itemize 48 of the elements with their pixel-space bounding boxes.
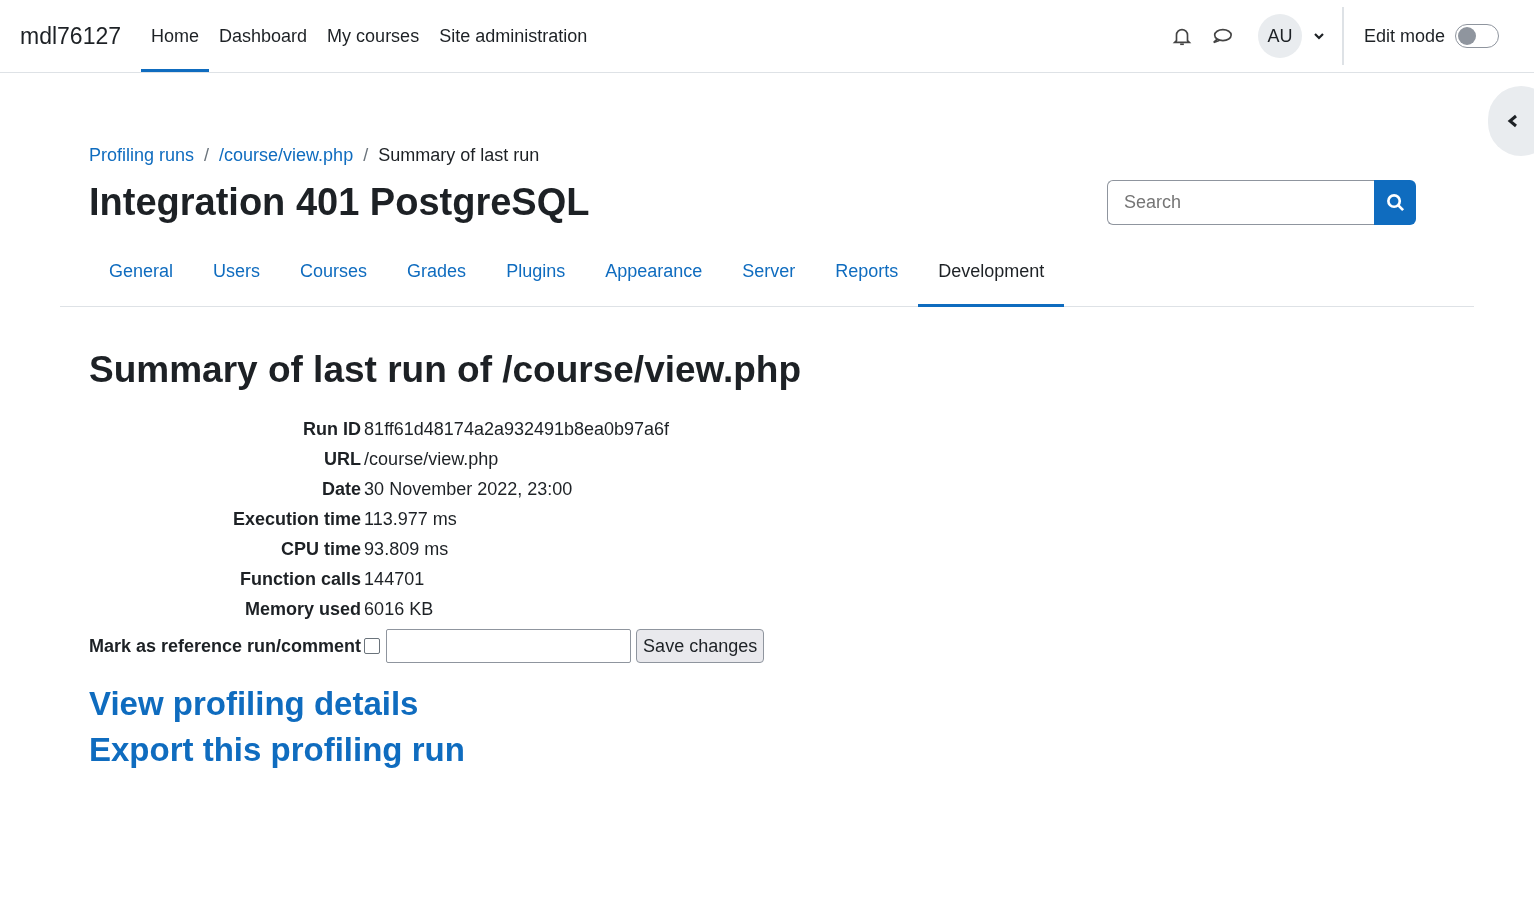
save-button[interactable]: Save changes <box>636 629 765 663</box>
field-label: Date <box>321 479 362 500</box>
nav-link[interactable]: Home <box>141 0 210 72</box>
admin-tab[interactable]: Appearance <box>585 247 723 307</box>
field-value: 81ff61d48174a2a932491b8ea0b97a6f <box>364 419 671 440</box>
admin-tab[interactable]: Courses <box>280 247 388 307</box>
field-value: 113.977 ms <box>364 509 458 530</box>
nav-link[interactable]: My courses <box>317 0 430 72</box>
current-page-text: Summary of last run <box>378 145 540 166</box>
field-value: 144701 <box>364 569 426 590</box>
admin-tab[interactable]: Users <box>193 247 281 307</box>
admin-tab[interactable]: Reports <box>815 247 919 307</box>
breadcrumb-link[interactable]: Profiling runs <box>89 145 195 166</box>
reference-checkbox[interactable] <box>364 638 381 654</box>
field-label: Memory used <box>244 599 362 620</box>
field-value: /course/view.php <box>364 449 500 470</box>
field-label: URL <box>323 449 362 470</box>
action-link[interactable]: View profiling details <box>89 685 1445 723</box>
section-heading: Summary of last run of /course/view.php <box>89 349 803 391</box>
breadcrumb-link[interactable]: /course/view.php <box>219 145 354 166</box>
field-label: Run ID <box>302 419 362 440</box>
field-label: CPU time <box>280 539 362 560</box>
page-title: Integration 401 PostgreSQL <box>89 181 590 224</box>
site-name: mdl76127 <box>20 22 122 50</box>
nav-link[interactable]: Dashboard <box>209 0 318 72</box>
edit-mode-label: Edit mode <box>1363 25 1445 47</box>
admin-tab[interactable]: Development <box>918 247 1065 307</box>
action-link[interactable]: Export this profiling run <box>89 731 1445 769</box>
field-label: Execution time <box>232 509 362 530</box>
breadcrumb-separator: / <box>363 145 369 166</box>
admin-tab[interactable]: General <box>89 247 194 307</box>
field-value: 6016 KB <box>364 599 435 620</box>
search-icon <box>1385 193 1405 212</box>
admin-tab[interactable]: Plugins <box>486 247 586 307</box>
field-value: 30 November 2022, 23:00 <box>364 479 574 500</box>
admin-tab[interactable]: Grades <box>387 247 487 307</box>
breadcrumb-separator: / <box>204 145 210 166</box>
user-avatar[interactable]: AU <box>1257 14 1302 58</box>
admin-tab[interactable]: Server <box>722 247 816 307</box>
field-value: 93.809 ms <box>364 539 450 560</box>
field-label: Mark as reference run/comment <box>89 635 362 657</box>
edit-mode-switch[interactable] <box>1455 24 1499 48</box>
search-button[interactable] <box>1374 180 1416 225</box>
nav-link[interactable]: Site administration <box>429 0 598 72</box>
chevron-left-icon <box>1506 113 1520 129</box>
search-field[interactable]: Search <box>1107 180 1374 225</box>
comment-field[interactable] <box>386 629 632 663</box>
field-label: Function calls <box>239 569 362 590</box>
